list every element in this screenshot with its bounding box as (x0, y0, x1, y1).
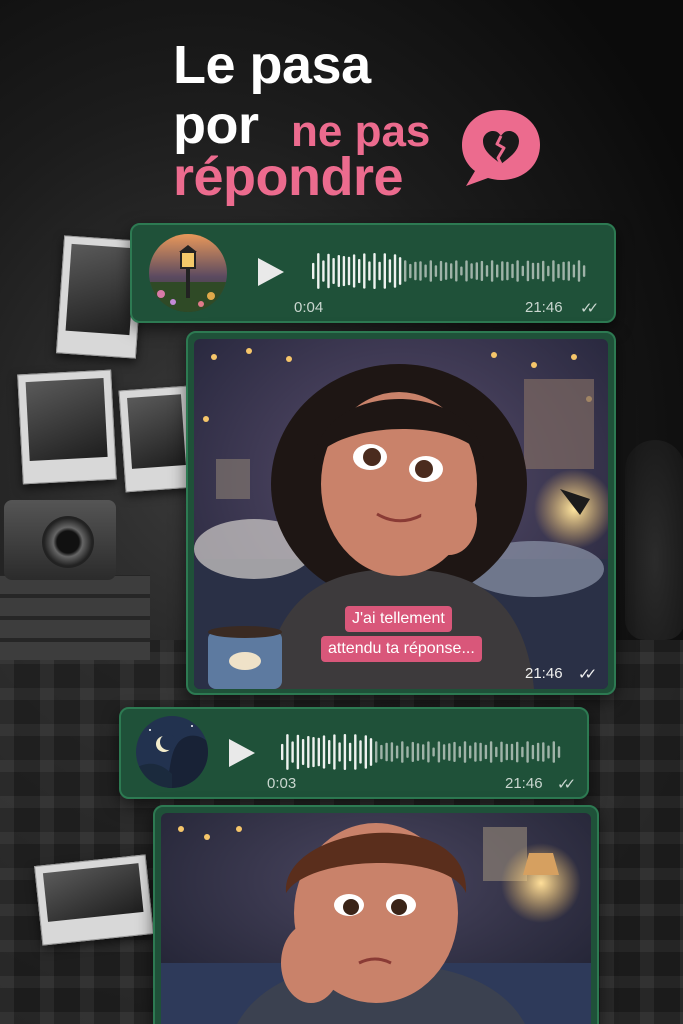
voice-duration: 0:04 (294, 299, 324, 316)
voice-message-2[interactable]: 0:03 21:46 ✓✓ (119, 707, 589, 799)
read-receipt-icon: ✓✓ (578, 666, 597, 683)
broken-heart-speech-bubble-icon (462, 110, 540, 186)
sad-boy-illustration[interactable] (161, 813, 591, 1024)
message-time: 21:46 (525, 665, 563, 682)
photo-message-1[interactable]: J'ai tellement attendu ta réponse... 21:… (186, 331, 616, 695)
waveform[interactable] (281, 734, 563, 770)
waveform[interactable] (312, 253, 588, 289)
background-photo-3 (118, 385, 196, 493)
background-photo-2 (17, 369, 117, 485)
photo-message-2[interactable] (153, 805, 599, 1024)
caption-line-1: J'ai tellement (345, 606, 452, 632)
caption-line-2: attendu ta réponse... (321, 636, 482, 662)
voice-message-1[interactable]: 0:04 21:46 ✓✓ (130, 223, 616, 323)
message-time: 21:46 (505, 775, 543, 792)
headline-line-3-accent: répondre (173, 147, 404, 207)
play-icon[interactable] (229, 739, 255, 767)
voice-duration: 0:03 (267, 775, 297, 792)
headline-line-1: Le pasa (173, 35, 371, 95)
moon-night-avatar (136, 716, 208, 788)
background-guitar (625, 440, 683, 640)
read-receipt-icon: ✓✓ (580, 300, 599, 317)
background-books (0, 575, 150, 660)
background-photo-4 (34, 854, 154, 946)
background-camera (4, 500, 116, 580)
play-icon[interactable] (258, 258, 284, 286)
message-time: 21:46 (525, 299, 563, 316)
read-receipt-icon: ✓✓ (557, 776, 576, 793)
lantern-garden-avatar (149, 234, 227, 312)
